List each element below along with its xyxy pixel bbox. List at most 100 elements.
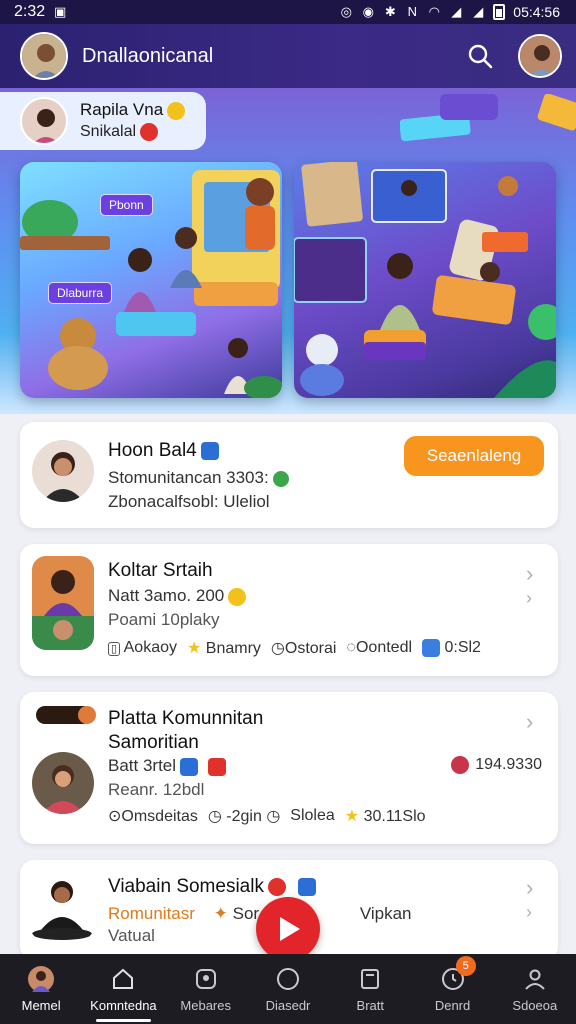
featured-user-avatar bbox=[20, 97, 68, 145]
featured-user-name: Rapila Vna bbox=[80, 100, 164, 120]
card-subtitle-part: Sor bbox=[232, 904, 260, 923]
community-avatar[interactable] bbox=[20, 32, 68, 80]
bluetooth-icon: ✱ bbox=[384, 4, 396, 19]
flag-icon bbox=[200, 441, 219, 460]
live-badge-icon bbox=[36, 706, 96, 724]
circle-icon bbox=[275, 966, 301, 992]
nav-item-sdoeoa[interactable]: Sdoeoa bbox=[494, 954, 576, 1024]
clock-icon: ◷ bbox=[207, 808, 222, 825]
profile-avatar[interactable] bbox=[518, 34, 562, 78]
bottom-navigation: Memel Komntedna Mebares Diasedr Bratt De… bbox=[0, 954, 576, 1024]
smile-icon bbox=[167, 101, 186, 120]
chevron-right-icon[interactable]: › bbox=[526, 562, 540, 586]
card-title: Hoon Bal4 bbox=[108, 440, 197, 461]
wifi-icon: ◠ bbox=[428, 4, 440, 19]
flag-red-icon bbox=[208, 757, 227, 776]
card-title-line2: Samoritian bbox=[108, 732, 199, 753]
card-avatar bbox=[32, 440, 94, 502]
meta-item: Slolea bbox=[290, 807, 335, 824]
clock-icon: ◷ bbox=[270, 640, 285, 657]
avatar-icon bbox=[28, 965, 55, 992]
card-description: Vatual bbox=[108, 926, 155, 945]
nav-label: Diasedr bbox=[265, 997, 311, 1013]
chevron-right-icon[interactable]: › bbox=[526, 876, 540, 900]
hero-banner[interactable]: Rapila Vna Snikalal Pbonn Dlaburra bbox=[0, 88, 576, 414]
members-icon bbox=[193, 966, 219, 992]
status-time: 2:32 bbox=[14, 3, 46, 20]
meta-item: ◷Ostorai bbox=[270, 640, 337, 657]
nav-item-bratt[interactable]: Bratt bbox=[329, 954, 411, 1024]
play-button[interactable] bbox=[256, 897, 320, 961]
card-subtitle: Natt 3amo. 200 bbox=[108, 586, 225, 605]
alarm-icon: ◎ bbox=[340, 4, 352, 19]
status-clock: 05:4:56 bbox=[513, 4, 560, 20]
card-subtitle-part: Vipkan bbox=[359, 904, 412, 923]
notification-badge: 5 bbox=[455, 956, 476, 976]
nav-label: Bratt bbox=[356, 997, 384, 1013]
heart-icon bbox=[140, 123, 159, 142]
game-icon bbox=[422, 638, 441, 657]
community-card[interactable]: Koltar Srtaih Natt 3amo. 200 Poami 10pla… bbox=[20, 544, 558, 676]
card-title: Platta Komunnitan bbox=[108, 708, 264, 729]
nav-label: Denrd bbox=[434, 997, 471, 1013]
chat-icon: ⊙ bbox=[108, 808, 122, 825]
card-category: Romunitasr bbox=[108, 904, 195, 923]
hero-tag: Dlaburra bbox=[48, 282, 113, 304]
nav-label: Memel bbox=[21, 997, 61, 1013]
live-icon bbox=[267, 877, 286, 896]
profile-icon bbox=[522, 966, 548, 992]
chevron-right-icon[interactable]: › bbox=[526, 586, 540, 610]
star-icon: ★ bbox=[344, 808, 360, 825]
search-icon[interactable] bbox=[460, 36, 500, 76]
timer-icon: ◉ bbox=[362, 4, 374, 19]
music-icon bbox=[180, 757, 199, 776]
play-icon bbox=[280, 917, 300, 941]
flag-icon bbox=[297, 877, 316, 896]
card-subtitle: Stomunitancan 3303: bbox=[108, 468, 269, 487]
card-description: Reanr. 12bdl bbox=[108, 780, 205, 799]
card-title: Koltar Srtaih bbox=[108, 560, 213, 581]
meta-item: ◌Oontedl bbox=[346, 639, 413, 656]
nav-item-memel[interactable]: Memel bbox=[0, 954, 82, 1024]
card-description: Poami 10plaky bbox=[108, 610, 220, 629]
nav-item-mebares[interactable]: Mebares bbox=[165, 954, 247, 1024]
status-bar: 2:32 ▣ ◎ ◉ ✱ N ◠ ◢ ◢ 05:4:56 bbox=[0, 0, 576, 24]
chevron-right-icon[interactable]: › bbox=[526, 900, 540, 924]
community-card[interactable]: Platta Komunnitan Samoritian Batt 3rtel … bbox=[20, 692, 558, 844]
emoji-icon bbox=[228, 587, 247, 606]
meta-item: ◷ -2gin ◷ bbox=[207, 808, 281, 825]
book-icon: ▯ bbox=[108, 642, 121, 656]
battery-icon bbox=[493, 4, 506, 20]
star-icon: ★ bbox=[187, 640, 202, 657]
card-meta-row: ⊙Omsdeitas ◷ -2gin ◷ Slolea ★ 30.11Slo bbox=[108, 806, 426, 826]
meta-item: 0:Sl2 bbox=[422, 638, 481, 657]
home-icon bbox=[110, 966, 136, 992]
nfc-icon: N bbox=[407, 4, 417, 19]
floating-decorations bbox=[400, 94, 576, 142]
card-subtitle: Batt 3rtel bbox=[108, 756, 177, 775]
nav-item-denrd[interactable]: Denrd 5 bbox=[411, 954, 493, 1024]
document-icon bbox=[357, 966, 383, 992]
signal-2-icon: ◢ bbox=[473, 4, 484, 19]
check-icon bbox=[272, 470, 289, 487]
signal-icon: ◢ bbox=[451, 4, 462, 19]
hero-panel-right[interactable] bbox=[294, 162, 556, 398]
members-icon bbox=[451, 756, 470, 774]
community-card[interactable]: Hoon Bal4 Stomunitancan 3303: Zbonacalfs… bbox=[20, 422, 558, 528]
card-meta-row: ▯ Aokaoy ★ Bnamry ◷Ostorai ◌Oontedl 0:Sl… bbox=[108, 638, 481, 658]
join-button[interactable]: Seaenlaleng bbox=[404, 436, 544, 476]
card-thumbnail bbox=[32, 556, 94, 650]
timer-icon: ◷ bbox=[266, 808, 281, 825]
nav-label: Komntedna bbox=[90, 997, 157, 1013]
nav-item-diasedr[interactable]: Diasedr bbox=[247, 954, 329, 1024]
card-avatar bbox=[30, 874, 94, 940]
nav-label: Sdoeoa bbox=[512, 997, 558, 1013]
nav-item-komntedna[interactable]: Komntedna bbox=[82, 954, 164, 1024]
nav-active-indicator bbox=[96, 1019, 151, 1022]
nav-label: Mebares bbox=[180, 997, 231, 1013]
meta-item: ⊙Omsdeitas bbox=[108, 808, 198, 825]
featured-user-chip[interactable]: Rapila Vna Snikalal bbox=[0, 92, 206, 150]
app-bar: Dnallaonicanal bbox=[0, 24, 576, 88]
chevron-right-icon[interactable]: › bbox=[526, 710, 540, 734]
hero-panel-left[interactable]: Pbonn Dlaburra bbox=[20, 162, 282, 398]
